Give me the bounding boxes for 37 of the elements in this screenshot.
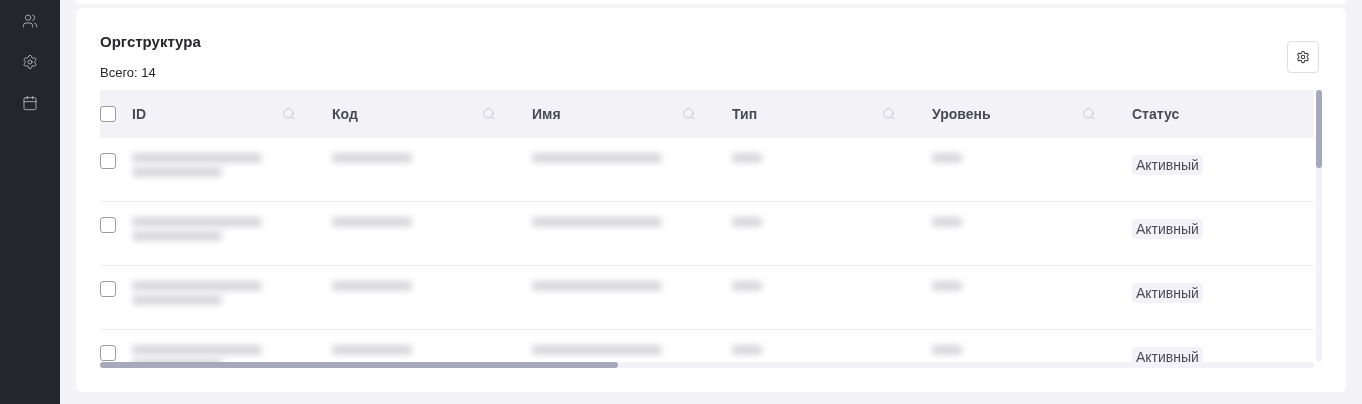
total-count: Всего: 14: [100, 65, 157, 81]
status-tag: Активный: [1132, 347, 1203, 362]
column-header: ID: [132, 104, 146, 124]
blurred-text: [932, 345, 962, 355]
column-header: Уровень: [932, 104, 991, 124]
status-tag: Активный: [1132, 155, 1203, 175]
search-icon[interactable]: [1082, 107, 1096, 121]
column-header: Имя: [532, 104, 561, 124]
checkbox[interactable]: [100, 345, 116, 361]
column-header: Статус: [1132, 104, 1180, 124]
card-title: Оргструктура: [100, 33, 201, 51]
vertical-scrollbar[interactable]: [1316, 90, 1322, 362]
status-tag: Активный: [1132, 219, 1203, 239]
checkbox[interactable]: [100, 106, 116, 122]
blurred-text: [932, 153, 962, 163]
blurred-text: [732, 345, 762, 355]
search-icon[interactable]: [682, 107, 696, 121]
blurred-text: [932, 281, 962, 291]
settings-button[interactable]: [1287, 41, 1319, 73]
calendar-icon[interactable]: [22, 95, 38, 111]
checkbox[interactable]: [100, 153, 116, 169]
status-tag: Активный: [1132, 283, 1203, 303]
column-header: Тип: [732, 104, 758, 124]
blurred-text: [732, 153, 762, 163]
search-icon[interactable]: [282, 107, 296, 121]
people-icon[interactable]: [22, 13, 38, 29]
search-icon[interactable]: [882, 107, 896, 121]
blurred-text: [932, 217, 962, 227]
search-icon[interactable]: [482, 107, 496, 121]
column-header: Код: [332, 104, 358, 124]
horizontal-scrollbar[interactable]: [100, 362, 1314, 368]
blurred-text: [732, 281, 762, 291]
blurred-text: [732, 217, 762, 227]
settings-icon: [1296, 50, 1310, 64]
checkbox[interactable]: [100, 217, 116, 233]
checkbox[interactable]: [100, 281, 116, 297]
settings-icon[interactable]: [22, 54, 38, 70]
